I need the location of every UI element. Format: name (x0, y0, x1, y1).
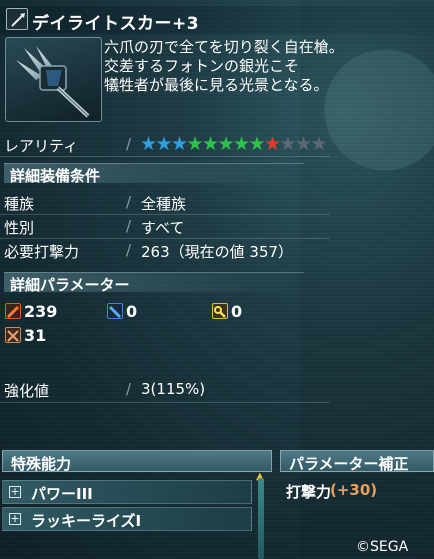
enhancement-value: 3(115%) (141, 380, 206, 398)
required-striking-value: 263（現在の値 357） (141, 243, 294, 261)
race-value: 全種族 (141, 195, 187, 213)
technique-attack-icon (212, 303, 228, 319)
item-description: 六爪の刃で全てを切り裂く自在槍。 交差するフォトンの銀光こそ 犠牲者が最後に見る… (104, 38, 429, 95)
description-line: 六爪の刃で全てを切り裂く自在槍。 (104, 38, 344, 56)
expand-icon[interactable]: + (9, 486, 21, 498)
parameters-header-label: 詳細パラメーター (10, 276, 130, 294)
description-line: 犠牲者が最後に見る光景となる。 (104, 76, 329, 94)
ability-row-power[interactable]: + パワーIII (2, 480, 252, 504)
ability-label: パワーIII (31, 485, 93, 503)
special-abilities-header: 特殊能力 (2, 450, 272, 473)
special-abilities-header-label: 特殊能力 (11, 455, 72, 473)
rarity-star-icon: ★ (202, 133, 220, 155)
striking-attack-icon (5, 303, 21, 319)
ability-row-lucky-rise[interactable]: + ラッキーライズI (2, 507, 252, 531)
copyright-notice: ©SEGA (356, 539, 409, 555)
requirements-header-label: 詳細装備条件 (10, 167, 101, 185)
ranged-attack-icon (107, 303, 123, 319)
ability-label: ラッキーライズI (31, 512, 142, 530)
rarity-star-icon: ★ (155, 133, 173, 155)
partisan-category-icon (6, 8, 28, 30)
enhancement-label: 強化値 (4, 382, 50, 400)
param-bonus-label: 打撃力 (286, 483, 332, 501)
rarity-star-icon: ★ (279, 133, 297, 155)
item-name: デイライトスカー+3 (32, 14, 200, 34)
defense-icon (5, 327, 21, 343)
rarity-label: レアリティ (4, 137, 79, 155)
rarity-star-icon: ★ (140, 133, 158, 155)
ranged-attack-value: 0 (126, 302, 138, 321)
rarity-star-icon: ★ (264, 133, 282, 155)
separator: / (126, 135, 132, 153)
rarity-star-icon: ★ (310, 133, 328, 155)
param-bonus-header: パラメーター補正 (280, 450, 434, 473)
rarity-star-icon: ★ (186, 133, 204, 155)
requirements-header: 詳細装備条件 (4, 163, 304, 185)
required-striking-label: 必要打撃力 (4, 243, 80, 261)
separator: / (126, 217, 132, 235)
technique-attack-value: 0 (231, 302, 243, 321)
gender-value: すべて (141, 219, 185, 237)
expand-icon[interactable]: + (9, 513, 21, 525)
description-line: 交差するフォトンの銀光こそ (104, 57, 300, 75)
rarity-stars: ★ ★ ★ ★ ★ ★ ★ ★ ★ ★ ★ ★ (140, 133, 328, 155)
separator: / (126, 380, 132, 398)
separator: / (126, 193, 132, 211)
rarity-star-icon: ★ (171, 133, 189, 155)
row-divider (0, 238, 330, 239)
separator: / (126, 241, 132, 259)
param-bonus-header-label: パラメーター補正 (289, 455, 409, 473)
rarity-star-icon: ★ (217, 133, 235, 155)
param-bonus-value: (+30) (330, 481, 378, 499)
race-label: 種族 (4, 195, 35, 213)
row-divider (0, 214, 330, 215)
rarity-star-icon: ★ (248, 133, 266, 155)
parameters-header: 詳細パラメーター (4, 272, 304, 294)
rarity-star-icon: ★ (233, 133, 251, 155)
rarity-star-icon: ★ (295, 133, 313, 155)
scrollbar[interactable] (258, 478, 264, 559)
row-divider (0, 402, 330, 403)
striking-attack-value: 239 (24, 302, 58, 321)
weapon-thumbnail (5, 37, 102, 122)
defense-value: 31 (24, 326, 47, 345)
gender-label: 性別 (4, 219, 35, 237)
